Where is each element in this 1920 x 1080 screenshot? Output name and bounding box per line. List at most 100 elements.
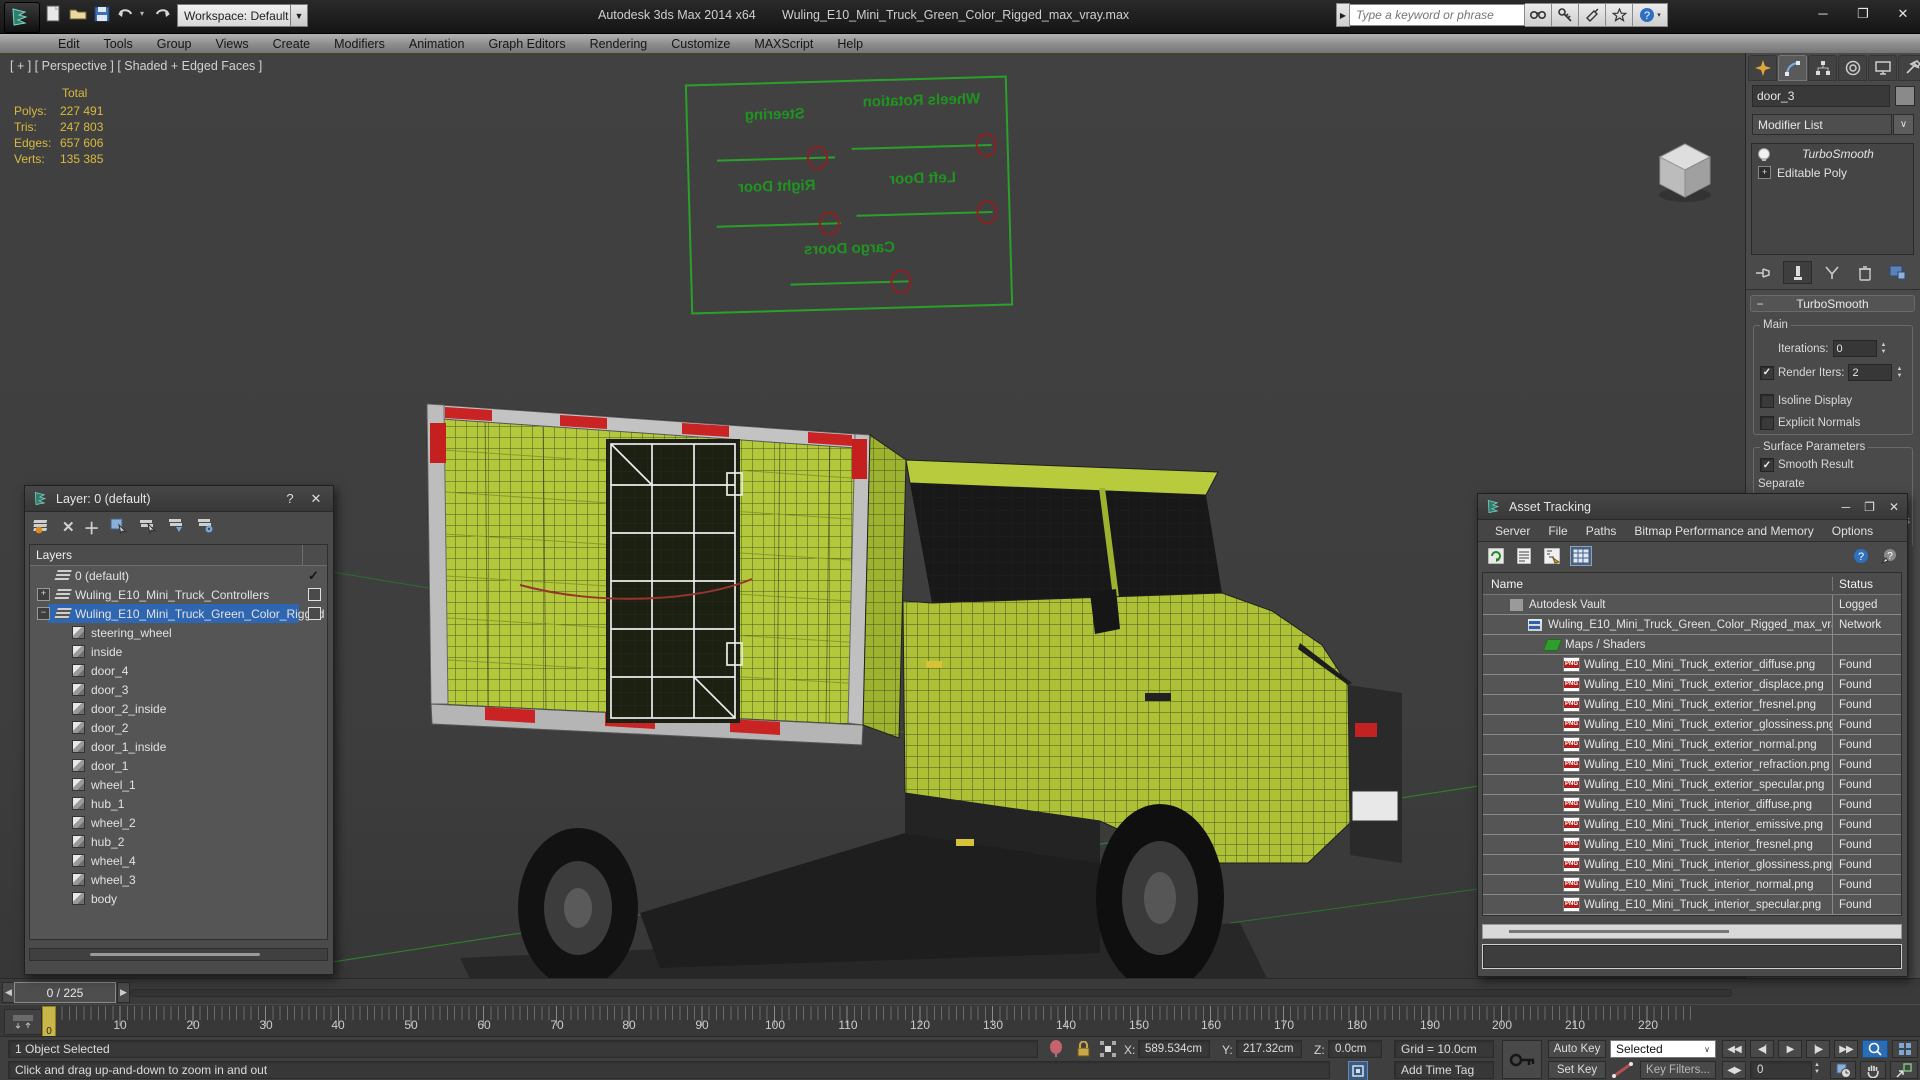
zoom-all-icon[interactable] <box>1892 1040 1918 1058</box>
tab-create[interactable] <box>1748 55 1777 81</box>
layer-object-row[interactable]: door_4 <box>30 661 327 680</box>
application-menu-button[interactable] <box>4 2 40 33</box>
smooth-result-checkbox[interactable]: ✓ <box>1760 458 1774 472</box>
remove-modifier-icon[interactable] <box>1851 262 1878 283</box>
iterations-field[interactable]: 0 <box>1832 340 1877 357</box>
layer-object-row[interactable]: steering_wheel <box>30 623 327 642</box>
workspace-selector[interactable]: Workspace: Default ▾ <box>177 4 301 27</box>
default-in-out-tangents-icon[interactable] <box>1612 1062 1634 1080</box>
highlight-selected-layer-icon[interactable] <box>138 517 158 537</box>
layer-dialog-titlebar[interactable]: Layer: 0 (default) ? ✕ <box>25 486 333 512</box>
close-button[interactable]: ✕ <box>1892 6 1914 22</box>
layer-object-row[interactable]: door_3 <box>30 680 327 699</box>
hide-freeze-icon[interactable] <box>167 517 187 537</box>
y-coordinate-field[interactable] <box>1236 1040 1302 1058</box>
make-unique-icon[interactable] <box>1818 262 1845 283</box>
orbit-maximize-icon[interactable] <box>1890 1061 1918 1079</box>
help-button[interactable]: ? <box>281 491 299 506</box>
sign-in-key-icon[interactable] <box>1552 3 1579 27</box>
layer-object-row[interactable]: wheel_3 <box>30 870 327 889</box>
set-keys-button[interactable] <box>1502 1040 1542 1079</box>
time-slider-track[interactable] <box>130 989 1732 997</box>
next-frame-arrow[interactable]: ▶ <box>117 982 130 1003</box>
scrollbar-thumb[interactable] <box>1509 930 1729 933</box>
object-name-field[interactable] <box>1752 85 1890 107</box>
layer-row-controllers[interactable]: + Wuling_E10_Mini_Truck_Controllers <box>30 585 327 604</box>
rig-circle-control[interactable] <box>890 269 912 294</box>
asset-row-maps-shaders[interactable]: Maps / Shaders <box>1483 635 1901 655</box>
asset-row[interactable]: PNG Wuling_E10_Mini_Truck_exterior_refrac… <box>1483 755 1901 775</box>
set-key-button[interactable]: Set Key <box>1548 1061 1606 1079</box>
tab-hierarchy[interactable] <box>1808 55 1837 81</box>
search-history-arrow[interactable]: ▶ <box>1336 3 1350 27</box>
asset-row[interactable]: PNG Wuling_E10_Mini_Truck_exterior_diffus… <box>1483 655 1901 675</box>
turbosmooth-rollout-header[interactable]: − TurboSmooth <box>1750 295 1915 312</box>
maximize-button[interactable]: ❐ <box>1852 6 1874 22</box>
configure-modifier-sets-icon[interactable] <box>1884 262 1911 283</box>
frame-spinner[interactable]: ▲ ▼ <box>1814 1062 1820 1076</box>
open-mini-curve-editor-icon[interactable] <box>4 1009 42 1035</box>
asset-row[interactable]: PNG Wuling_E10_Mini_Truck_interior_emissi… <box>1483 815 1901 835</box>
undo-icon[interactable] <box>116 4 135 23</box>
tab-utilities[interactable] <box>1898 55 1920 81</box>
delete-layer-icon[interactable]: ✕ <box>62 518 75 536</box>
menu-server[interactable]: Server <box>1486 524 1539 538</box>
layer-object-row[interactable]: inside <box>30 642 327 661</box>
maximize-icon[interactable]: ❐ <box>1864 500 1875 514</box>
asset-row[interactable]: PNG Wuling_E10_Mini_Truck_interior_fresne… <box>1483 835 1901 855</box>
save-file-icon[interactable] <box>92 4 111 23</box>
refresh-icon[interactable] <box>1486 547 1506 565</box>
layer-object-row[interactable]: wheel_2 <box>30 813 327 832</box>
layer-object-row[interactable]: door_2_inside <box>30 699 327 718</box>
viewcube[interactable] <box>1648 133 1722 207</box>
isolate-selection-icon[interactable] <box>1048 1040 1064 1061</box>
transform-gizmo-icon[interactable] <box>1100 1041 1116 1060</box>
explicit-normals-checkbox[interactable] <box>1760 416 1774 430</box>
stack-item-editable-poly[interactable]: + Editable Poly <box>1752 163 1913 182</box>
truck-model[interactable] <box>400 393 1420 978</box>
menu-group[interactable]: Group <box>145 37 204 51</box>
go-to-start-button[interactable]: ◀◀ <box>1722 1040 1746 1058</box>
menu-tools[interactable]: Tools <box>92 37 145 51</box>
expand-icon[interactable]: + <box>1758 166 1771 179</box>
minimize-icon[interactable]: ─ <box>1842 500 1851 514</box>
list-view-icon[interactable] <box>1514 547 1534 565</box>
undo-dropdown-caret[interactable]: ▾ <box>140 9 148 18</box>
collapse-icon[interactable]: − <box>37 607 50 620</box>
zoom-tool-icon[interactable] <box>1862 1040 1888 1058</box>
create-layer-icon[interactable] <box>33 517 53 537</box>
asset-row-maxfile[interactable]: Wuling_E10_Mini_Truck_Green_Color_Rigged… <box>1483 615 1901 635</box>
previous-frame-button[interactable]: ◀| <box>1750 1040 1774 1058</box>
rig-circle-control[interactable] <box>975 132 997 158</box>
current-layer-check-icon[interactable]: ✓ <box>308 569 319 582</box>
set-current-box[interactable] <box>308 588 321 601</box>
name-column-header[interactable]: Name <box>1483 577 1832 591</box>
key-filters-button[interactable]: Key Filters... <box>1640 1061 1716 1079</box>
track-bar[interactable]: 0 10 20 30 40 50 60 70 80 90 100 110 120… <box>0 1004 1920 1038</box>
stack-item-turbosmooth[interactable]: TurboSmooth <box>1752 144 1913 163</box>
asset-row[interactable]: PNG Wuling_E10_Mini_Truck_exterior_specul… <box>1483 775 1901 795</box>
layer-object-row[interactable]: door_1 <box>30 756 327 775</box>
current-frame-marker[interactable]: 0 <box>42 1006 56 1038</box>
layer-object-row[interactable]: wheel_4 <box>30 851 327 870</box>
auto-key-button[interactable]: Auto Key <box>1548 1040 1606 1058</box>
search-input[interactable] <box>1350 4 1525 26</box>
iterations-spinner[interactable]: ▲ ▼ <box>1881 342 1887 356</box>
asset-table-header[interactable]: Name Status <box>1483 573 1901 595</box>
asset-row[interactable]: PNG Wuling_E10_Mini_Truck_interior_diffus… <box>1483 795 1901 815</box>
asset-row[interactable]: PNG Wuling_E10_Mini_Truck_exterior_fresne… <box>1483 695 1901 715</box>
layer-object-row[interactable]: door_2 <box>30 718 327 737</box>
favorites-star-icon[interactable] <box>1606 3 1633 27</box>
scrollbar-thumb[interactable] <box>90 953 260 956</box>
search-icon[interactable] <box>1525 3 1552 27</box>
minimize-button[interactable]: ─ <box>1812 6 1834 22</box>
layer-object-row[interactable]: door_1_inside <box>30 737 327 756</box>
tab-modify[interactable] <box>1778 55 1807 81</box>
asset-row[interactable]: PNG Wuling_E10_Mini_Truck_interior_glossi… <box>1483 855 1901 875</box>
redo-icon[interactable] <box>153 4 172 23</box>
horizontal-scrollbar[interactable] <box>1482 924 1902 939</box>
set-current-box[interactable] <box>308 607 321 620</box>
status-column-header[interactable]: Status <box>1832 576 1901 591</box>
tab-display[interactable] <box>1868 55 1897 81</box>
asset-tracking-titlebar[interactable]: Asset Tracking ─ ❐ ✕ <box>1478 494 1907 520</box>
